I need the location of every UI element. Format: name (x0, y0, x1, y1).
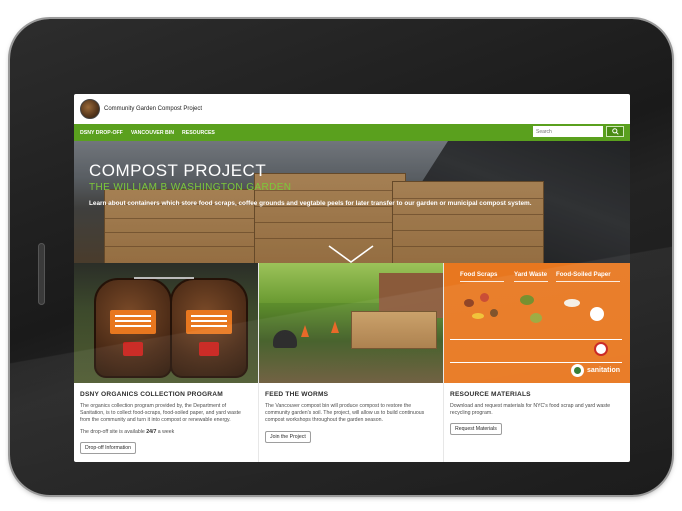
poster-heading-yard-waste: Yard Waste (514, 271, 548, 278)
garden-grill (273, 330, 297, 348)
food-scrap-item (490, 309, 498, 317)
tablet-home-button (38, 243, 45, 305)
search-form (533, 126, 624, 137)
card-title: FEED THE WORMS (265, 391, 329, 398)
hero-description: Learn about containers which store food … (89, 200, 532, 207)
card-title: DSNY ORGANICS COLLECTION PROGRAM (80, 391, 223, 398)
traffic-cone (301, 325, 309, 337)
availability-highlight: 24/7 (146, 428, 157, 435)
food-scrap-item (472, 313, 484, 319)
hero-subtitle: THE WILLIAM B WASHINGTON GARDEN (89, 182, 292, 193)
organics-bins-image (74, 263, 258, 383)
main-navbar: DSNY DROP-OFF VANCOUVER BIN RESOURCES (74, 124, 630, 141)
bin-chain (134, 277, 194, 279)
organics-bin-left (94, 278, 172, 378)
prohibited-icon (594, 342, 608, 356)
garden-compost-image (259, 263, 443, 383)
sanitation-logo: sanitation (570, 364, 620, 377)
drop-off-information-button[interactable]: Drop-off Information (80, 441, 137, 454)
card-resource-materials: Food Scraps Yard Waste Food-Soiled Paper (444, 263, 630, 462)
nav-vancouver-bin[interactable]: VANCOUVER BIN (131, 130, 174, 136)
site-title[interactable]: Community Garden Compost Project (104, 106, 202, 112)
tablet-frame: Community Garden Compost Project DSNY DR… (10, 19, 672, 495)
sanitation-poster-image: Food Scraps Yard Waste Food-Soiled Paper (444, 263, 630, 383)
chevron-down-icon[interactable] (327, 244, 375, 263)
site-logo[interactable] (80, 99, 100, 119)
poster-heading-food-soiled-paper: Food-Soiled Paper (556, 271, 611, 278)
search-input[interactable] (533, 126, 603, 137)
garden-compost-box (351, 311, 437, 349)
yard-waste-item (520, 295, 534, 305)
nav-dsny-drop-off[interactable]: DSNY DROP-OFF (80, 130, 123, 136)
food-scrap-item (464, 299, 474, 307)
search-button[interactable] (606, 126, 624, 137)
hero-title: COMPOST PROJECT (89, 161, 267, 180)
card-feed-the-worms: FEED THE WORMS The Vancouver compost bin… (259, 263, 444, 462)
request-materials-button[interactable]: Request Materials (450, 423, 502, 436)
food-scrap-item (480, 293, 489, 302)
card-availability: The drop-off site is available 24/7 a we… (80, 428, 175, 435)
yard-waste-item (530, 313, 542, 323)
feature-cards: DSNY ORGANICS COLLECTION PROGRAM The org… (74, 263, 630, 462)
traffic-cone (331, 321, 339, 333)
site-header: Community Garden Compost Project (74, 94, 630, 124)
card-description: The organics collection program provided… (80, 403, 241, 424)
nav-resources[interactable]: RESOURCES (182, 130, 215, 136)
hero-banner: COMPOST PROJECT THE WILLIAM B WASHINGTON… (74, 141, 630, 263)
browser-screen: Community Garden Compost Project DSNY DR… (74, 94, 630, 462)
card-description: Download and request materials for NYC's… (450, 403, 611, 417)
poster-heading-food-scraps: Food Scraps (460, 271, 498, 278)
food-soiled-paper-item (590, 307, 604, 321)
card-title: RESOURCE MATERIALS (450, 391, 531, 398)
food-soiled-paper-item (564, 299, 580, 307)
card-description: The Vancouver compost bin will produce c… (265, 403, 425, 424)
card-dsny-organics: DSNY ORGANICS COLLECTION PROGRAM The org… (74, 263, 259, 462)
search-icon (611, 128, 619, 135)
join-the-project-button[interactable]: Join the Project (265, 430, 311, 443)
organics-bin-right (170, 278, 248, 378)
